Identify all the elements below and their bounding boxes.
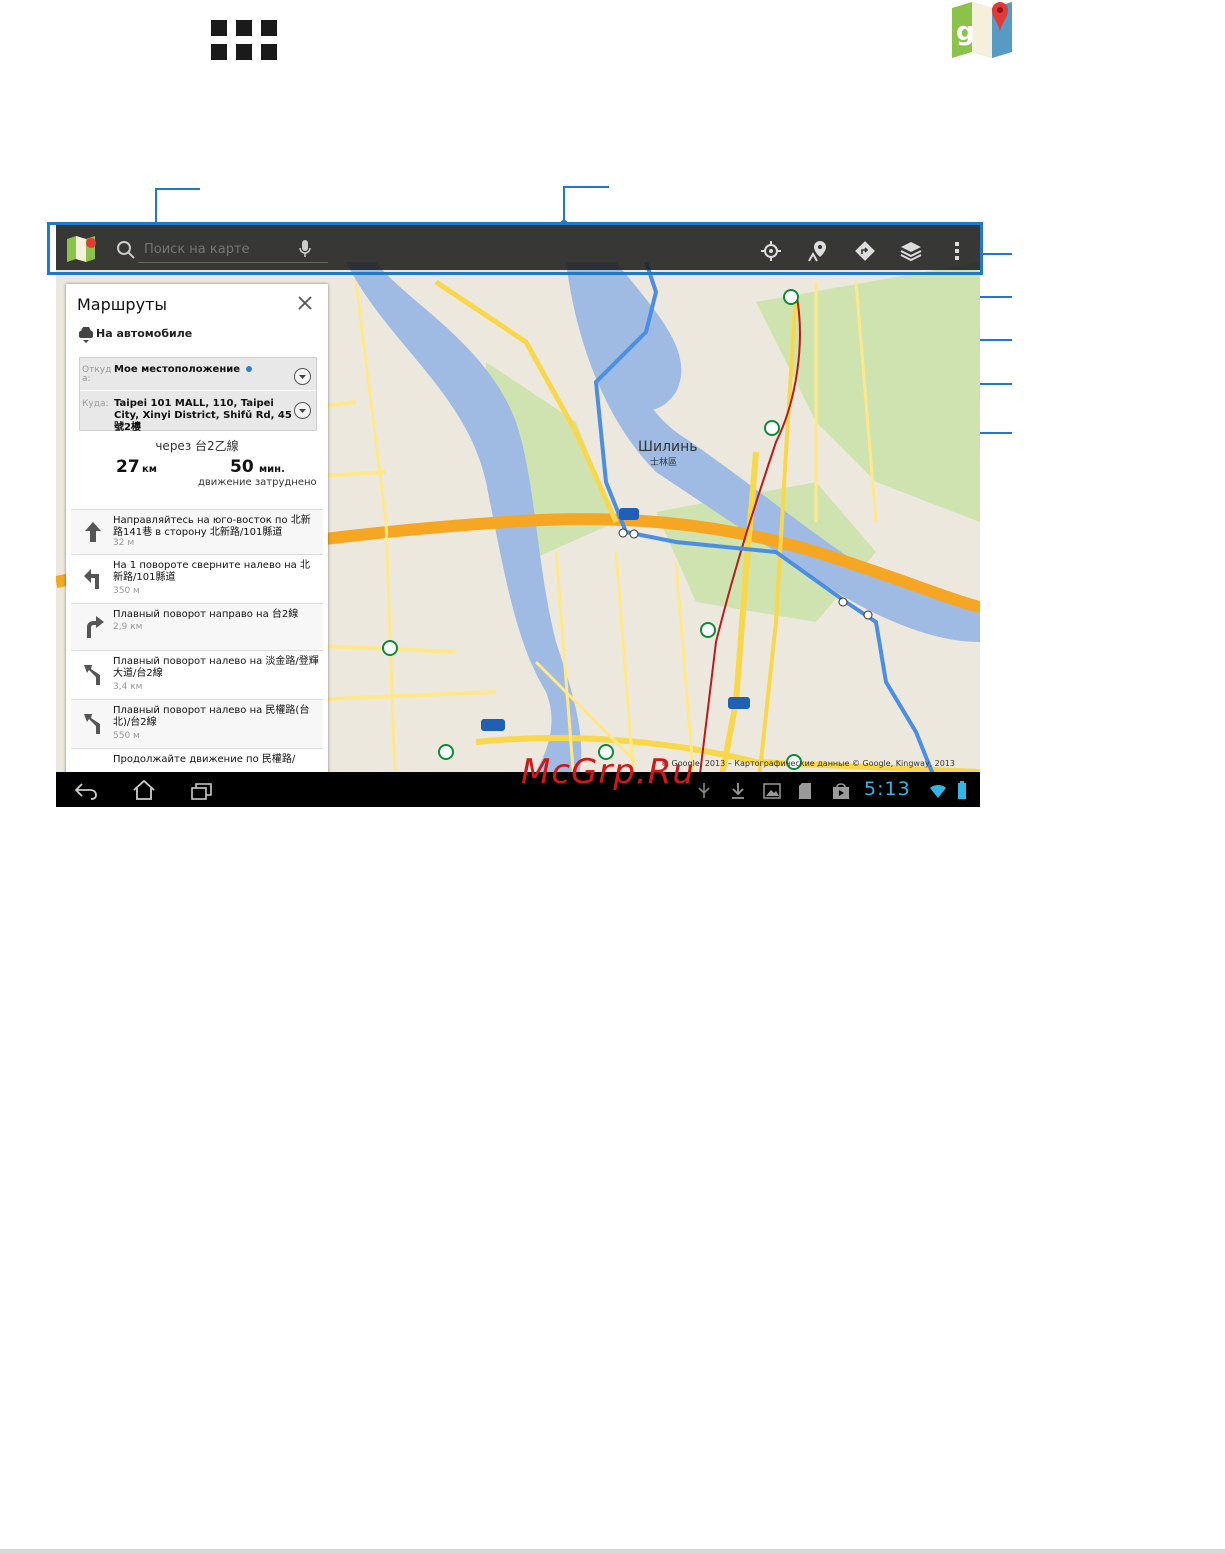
all-apps-icon: [211, 20, 277, 60]
gallery-icon: [763, 783, 781, 799]
arrow-straight-icon: [85, 522, 101, 542]
step-distance: 3,4 км: [113, 682, 143, 692]
store-icon: [833, 783, 849, 799]
from-caption: Откуд а:: [82, 365, 112, 384]
wifi-icon: [930, 785, 946, 798]
from-value: Мое местоположение: [114, 364, 241, 375]
location-dot-icon: [245, 366, 252, 372]
home-icon[interactable]: [132, 780, 156, 800]
slight-left-icon: [84, 665, 100, 685]
turn-left-icon: [84, 569, 99, 589]
step-distance: 350 м: [113, 586, 140, 596]
direction-step[interactable]: Направляйтесь на юго-восток по 北新路141巷 в…: [71, 509, 323, 554]
step-distance: 32 м: [113, 538, 135, 548]
chevron-down-icon: [299, 375, 306, 379]
action-bar-highlight: [47, 222, 983, 275]
maps-app-icon: g: [952, 2, 1012, 58]
direction-step[interactable]: Плавный поворот направо на 台2線 2,9 км: [71, 603, 323, 650]
step-distance: 2,9 км: [113, 622, 143, 632]
map-copyright: © Google, 2013 – Картографические данные…: [661, 759, 956, 768]
distance-unit: км: [142, 464, 157, 475]
to-options-button[interactable]: [294, 402, 311, 419]
step-distance: 550 м: [113, 731, 140, 741]
page-footer-rule: [0, 1549, 1225, 1554]
direction-step[interactable]: Плавный поворот налево на 民權路(台北)/台2線 55…: [71, 699, 323, 748]
battery-icon: [958, 781, 966, 799]
svg-text:士林區: 士林區: [650, 456, 677, 468]
chevron-down-icon: [299, 409, 306, 413]
car-icon[interactable]: [78, 326, 94, 344]
route-via: через 台2乙線: [155, 439, 239, 453]
maps-screen: Шилинь 士林區 Маршруты: [56, 222, 980, 807]
time-value: 50: [230, 457, 254, 477]
close-icon[interactable]: [298, 296, 312, 310]
to-value[interactable]: Taipei 101 MALL, 110, Taipei City, Xinyi…: [114, 398, 292, 434]
routes-panel: Маршруты На автомобиле Откуд а: Мое мест…: [66, 284, 328, 807]
step-text: Плавный поворот налево на 民權路(台北)/台2線: [113, 705, 310, 728]
step-text: Плавный поворот налево на 淡金路/登輝大道/台2線: [113, 656, 319, 679]
svg-text:g: g: [956, 17, 975, 47]
step-text: Продолжайте движение по 民權路/: [113, 754, 296, 765]
traffic-status: движение затруднено: [198, 477, 317, 488]
slight-left-icon: [84, 714, 100, 734]
direction-step[interactable]: На 1 повороте сверните налево на 北新路/101…: [71, 554, 323, 603]
direction-step[interactable]: Плавный поворот налево на 淡金路/登輝大道/台2線 3…: [71, 650, 323, 699]
sd-card-icon: [799, 783, 811, 799]
download-icon: [732, 783, 744, 799]
travel-mode-label[interactable]: На автомобиле: [96, 327, 192, 340]
divider: [80, 390, 316, 391]
step-text: Плавный поворот направо на 台2線: [113, 609, 299, 620]
route-endpoints: Откуд а: Мое местоположение Куда: Taipei…: [79, 357, 317, 434]
distance-value: 27: [116, 457, 140, 477]
time-unit: мин.: [259, 464, 285, 475]
watermark: McGrp.Ru: [521, 752, 695, 792]
slight-right-icon: [87, 616, 104, 638]
step-text: На 1 повороте сверните налево на 北新路/101…: [113, 560, 310, 583]
from-options-button[interactable]: [294, 368, 311, 385]
directions-list: Направляйтесь на юго-восток по 北新路141巷 в…: [71, 509, 323, 779]
routes-title: Маршруты: [77, 295, 167, 314]
status-clock: 5:13: [864, 778, 911, 800]
usb-icon: [698, 783, 710, 798]
back-icon[interactable]: [74, 782, 98, 800]
to-caption: Куда:: [82, 399, 109, 409]
step-text: Направляйтесь на юго-восток по 北新路141巷 в…: [113, 515, 311, 538]
svg-text:Шилинь: Шилинь: [638, 439, 698, 455]
recent-apps-icon[interactable]: [190, 782, 214, 800]
from-field[interactable]: Мое местоположение: [114, 364, 284, 376]
